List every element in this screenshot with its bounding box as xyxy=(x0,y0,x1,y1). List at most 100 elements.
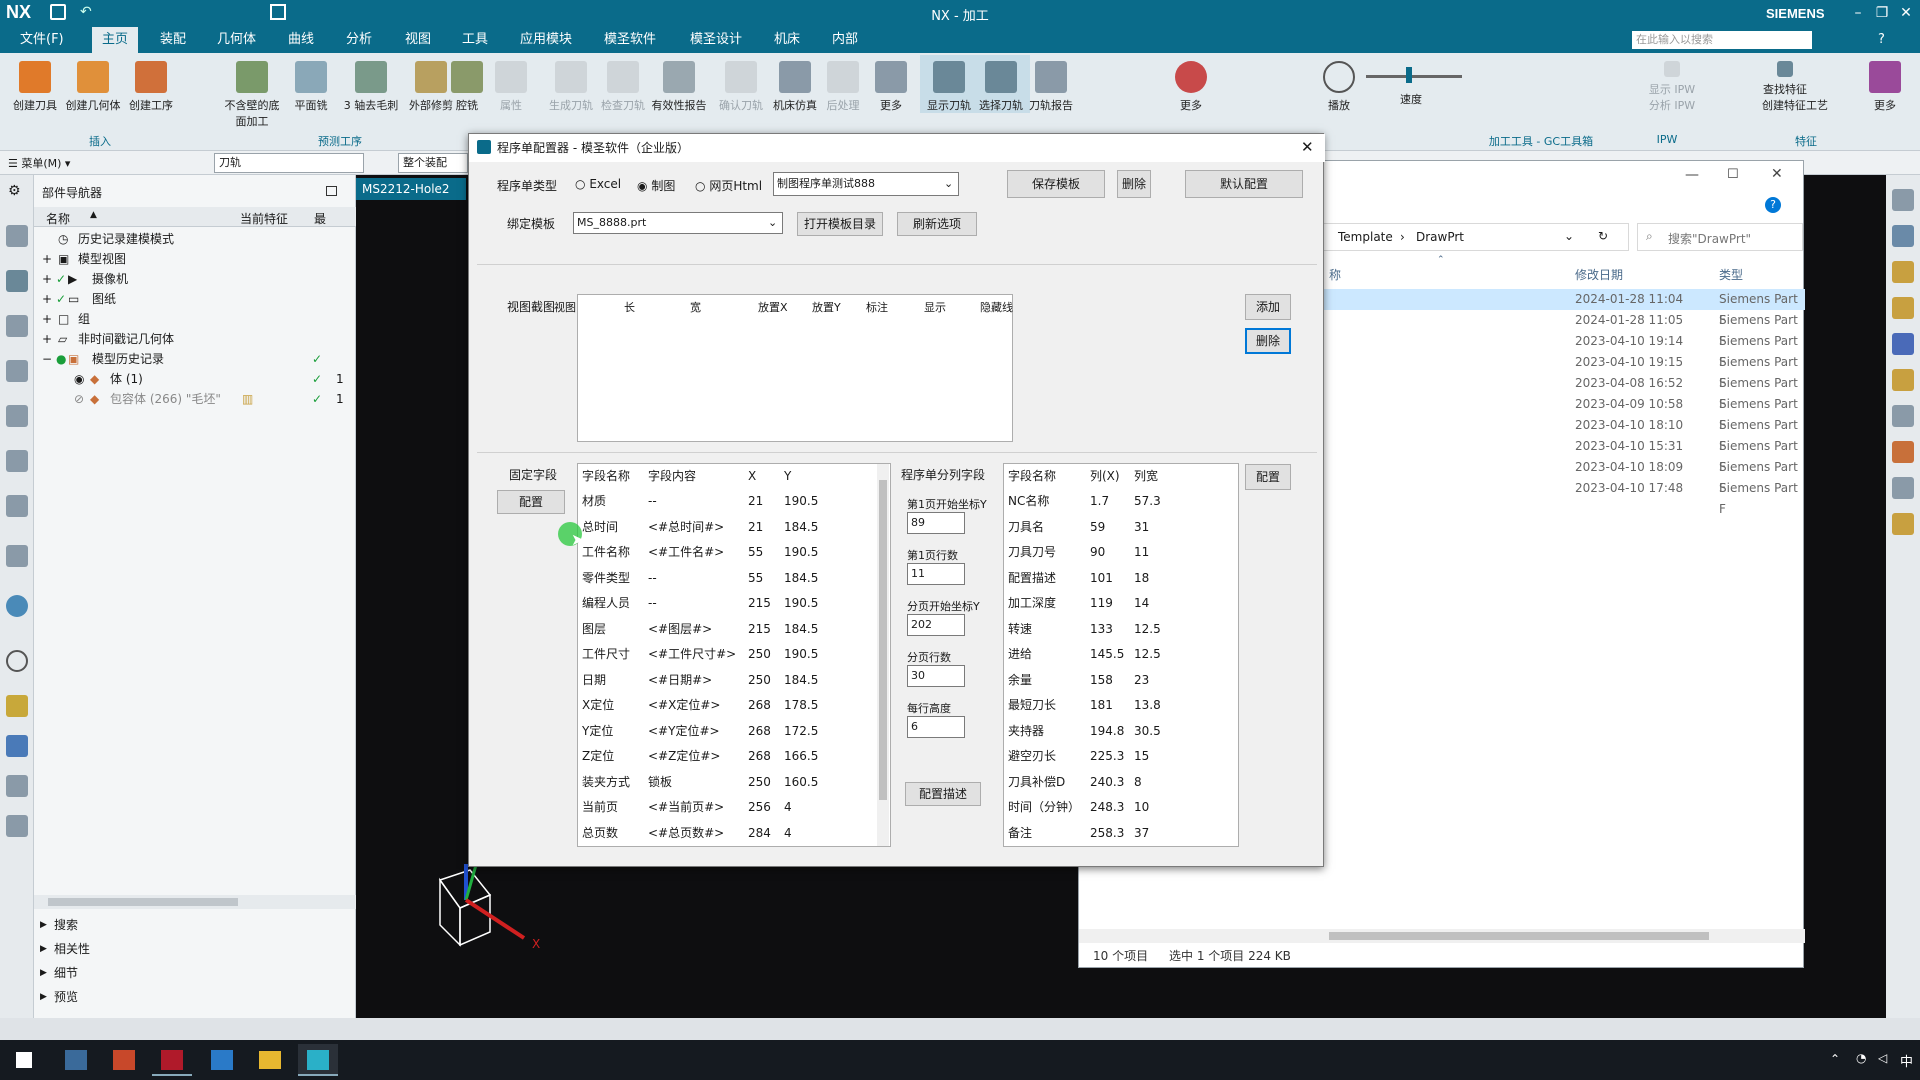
table-row[interactable]: 备注 258.3 37 xyxy=(1004,821,1238,846)
expand-icon[interactable]: + xyxy=(42,249,52,269)
type-filter-select[interactable]: 刀轨 xyxy=(214,153,364,173)
toolpath-report-button[interactable]: 刀轨报告 xyxy=(1022,55,1080,113)
create-geometry-button[interactable]: 创建几何体 xyxy=(64,55,122,113)
part-tab[interactable]: MS2212-Hole2 xyxy=(356,178,466,200)
create-operation-button[interactable]: 创建工序 xyxy=(122,55,180,113)
horizontal-scrollbar[interactable] xyxy=(1079,929,1805,943)
powerpoint-icon[interactable] xyxy=(104,1044,144,1076)
fixed-col-header[interactable]: X xyxy=(748,464,756,489)
scrollbar-thumb[interactable] xyxy=(48,898,238,906)
menu-machine[interactable]: 机床 xyxy=(764,27,810,53)
lightning-icon[interactable] xyxy=(1892,297,1914,319)
col-modified[interactable]: 修改日期 xyxy=(1575,266,1623,283)
assembly-navigator-icon[interactable] xyxy=(6,225,28,247)
view-col-header[interactable]: 放置Y xyxy=(812,295,841,320)
add-view-button[interactable]: 添加 xyxy=(1245,294,1291,320)
pen-icon[interactable] xyxy=(1892,405,1914,427)
nav-row[interactable]: + ▣ 模型视图 xyxy=(34,249,356,269)
help-icon[interactable]: ? xyxy=(1878,32,1885,47)
fixed-col-header[interactable]: 字段名称 xyxy=(582,464,630,489)
minimize-icon[interactable]: – xyxy=(1848,3,1868,23)
save-template-button[interactable]: 保存模板 xyxy=(1007,170,1105,198)
more-button-3[interactable]: 更多 xyxy=(1856,55,1914,113)
table-row[interactable]: 时间（分钟） 248.3 10 xyxy=(1004,795,1238,820)
col-name[interactable]: 名称 xyxy=(46,210,70,227)
table-row[interactable]: 工件尺寸 <#工件尺寸#> 250 190.5 xyxy=(578,642,878,667)
explorer-search-input[interactable]: ⌕ 搜索"DrawPrt" xyxy=(1637,223,1803,251)
tool-icon[interactable] xyxy=(1892,333,1914,355)
vertical-scrollbar[interactable] xyxy=(877,464,889,846)
fixed-fields-table[interactable]: 字段名称 字段内容 X Y 材质 -- 21 190.5 总时间 <#总时间#> 21 184.5 工件… xyxy=(577,463,891,847)
scrollbar-thumb[interactable] xyxy=(1329,932,1709,940)
col-latest[interactable]: 最 xyxy=(314,210,326,227)
fixed-col-header[interactable]: 字段内容 xyxy=(648,464,696,489)
col-name[interactable]: 称 xyxy=(1329,266,1341,283)
horizontal-scrollbar[interactable] xyxy=(34,895,356,909)
table-row[interactable]: 进给 145.5 12.5 xyxy=(1004,642,1238,667)
table-row[interactable]: 余量 158 23 xyxy=(1004,668,1238,693)
cube-icon[interactable] xyxy=(1892,261,1914,283)
view-col-header[interactable]: 视图 xyxy=(554,295,576,320)
volume-icon[interactable]: ◁ xyxy=(1878,1051,1887,1065)
minimize-icon[interactable]: — xyxy=(1685,167,1699,183)
speed-slider[interactable] xyxy=(1366,75,1462,78)
split-field-input[interactable]: 11 xyxy=(907,563,965,585)
table-row[interactable]: 材质 -- 21 190.5 xyxy=(578,489,878,514)
planar-mill-button[interactable]: 平面铣 xyxy=(282,55,340,113)
menu-curve[interactable]: 曲线 xyxy=(278,27,324,53)
close-icon[interactable]: ✕ xyxy=(1301,138,1314,156)
table-row[interactable]: 工件名称 <#工件名#> 55 190.5 xyxy=(578,540,878,565)
confirm-toolpath-button[interactable]: 确认刀轨 xyxy=(712,55,770,113)
cam-tools-icon[interactable] xyxy=(6,775,28,797)
column-config-button[interactable]: 配置 xyxy=(1245,464,1291,490)
config-desc-button[interactable]: 配置描述 xyxy=(905,782,981,806)
more-button-1[interactable]: 更多 xyxy=(862,55,920,113)
fixed-config-button[interactable]: 配置 xyxy=(497,490,565,514)
menu-geometry[interactable]: 几何体 xyxy=(207,27,266,53)
table-row[interactable]: 刀具刀号 90 11 xyxy=(1004,540,1238,565)
hierarchy-icon[interactable] xyxy=(1892,477,1914,499)
breadcrumb-template[interactable]: Template xyxy=(1338,230,1393,244)
create-tool-button[interactable]: 创建刀具 xyxy=(6,55,64,113)
properties-button[interactable]: 属性 xyxy=(482,55,540,113)
view-col-header[interactable]: 标注 xyxy=(866,295,888,320)
open-template-dir-button[interactable]: 打开模板目录 xyxy=(797,212,883,236)
close-icon[interactable]: ✕ xyxy=(1771,166,1783,182)
ime-indicator[interactable]: 中 xyxy=(1900,1051,1913,1070)
view-col-header[interactable]: 显示 xyxy=(924,295,946,320)
command-search-input[interactable]: 在此输入以搜索 xyxy=(1632,31,1812,49)
column-col-header[interactable]: 字段名称 xyxy=(1008,464,1056,489)
restore-icon[interactable]: ❐ xyxy=(1872,3,1892,23)
nav-row[interactable]: ◷ 历史记录建模模式 xyxy=(34,229,356,249)
more-button-2[interactable]: 更多 xyxy=(1162,55,1220,113)
speed-slider-thumb[interactable] xyxy=(1406,67,1412,83)
visual-studio-icon[interactable] xyxy=(202,1044,242,1076)
roles-icon[interactable] xyxy=(6,495,28,517)
file-explorer-icon[interactable] xyxy=(250,1044,290,1076)
create-feature-process-button[interactable]: 创建特征工艺 xyxy=(1740,97,1850,113)
table-row[interactable]: NC名称 1.7 57.3 xyxy=(1004,489,1238,514)
table-row[interactable]: X定位 <#X定位#> 268 178.5 xyxy=(578,693,878,718)
template-name-select[interactable]: 制图程序单测试888 ⌄ xyxy=(773,172,959,196)
table-row[interactable]: 避空刃长 225.3 15 xyxy=(1004,744,1238,769)
bind-template-select[interactable]: MS_8888.prt ⌄ xyxy=(573,212,783,234)
taskbar-app-icon[interactable] xyxy=(56,1044,96,1076)
menu-file[interactable]: 文件(F) xyxy=(10,27,74,53)
refresh-icon[interactable]: ↻ xyxy=(1598,229,1608,243)
settings-icon[interactable]: ⚙ xyxy=(8,183,21,199)
maximize-icon[interactable] xyxy=(326,186,337,196)
verify-toolpath-button[interactable]: 检查刀轨 xyxy=(594,55,652,113)
type-radio-html[interactable]: ○ 网页Html xyxy=(695,177,762,194)
mosheng-taskbar-icon[interactable] xyxy=(298,1044,338,1076)
web-browser-icon[interactable] xyxy=(6,545,28,567)
view-col-header[interactable]: 宽 xyxy=(690,295,701,320)
history-icon[interactable] xyxy=(6,650,28,672)
menu-assembly[interactable]: 装配 xyxy=(150,27,196,53)
menu-mosheng-software[interactable]: 模圣软件 xyxy=(594,27,666,53)
table-row[interactable]: Z定位 <#Z定位#> 268 166.5 xyxy=(578,744,878,769)
nav-row[interactable]: + ✓ ▶ 摄像机 xyxy=(34,269,356,289)
globe-icon[interactable] xyxy=(6,595,28,617)
help-icon[interactable]: ? xyxy=(1765,197,1781,213)
menu-home[interactable]: 主页 xyxy=(92,27,139,53)
close-icon[interactable]: ✕ xyxy=(1896,3,1916,23)
